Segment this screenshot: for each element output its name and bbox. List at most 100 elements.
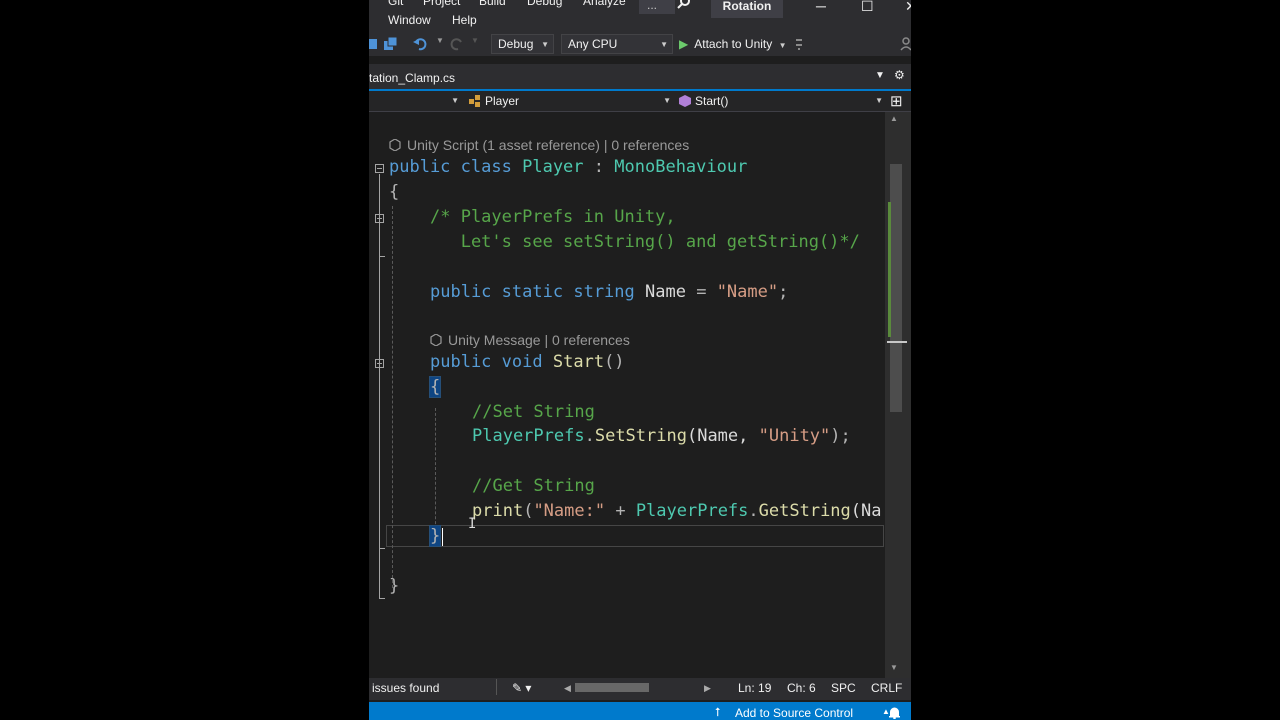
method-call: GetString [758, 501, 851, 521]
live-share-icon[interactable] [900, 36, 911, 52]
current-line-highlight [386, 525, 884, 547]
chevron-down-icon: ▼ [451, 96, 459, 105]
whitespace-mode[interactable]: SPC [831, 681, 856, 695]
code-line-method-close: } [428, 524, 442, 548]
platform-select[interactable]: Any CPU ▼ [561, 34, 673, 54]
colon: : [593, 157, 605, 177]
scroll-up-icon[interactable]: ▲ [890, 114, 898, 123]
class-reference: PlayerPrefs [635, 501, 749, 521]
arguments: (Name, [686, 426, 759, 446]
chevron-down-icon: ▼ [541, 40, 549, 49]
scroll-left-icon[interactable]: ◀ [564, 683, 571, 694]
menu-window[interactable]: Window [388, 13, 431, 27]
solution-title: Rotation [711, 0, 783, 18]
menu-help[interactable]: Help [452, 13, 477, 27]
class-combo[interactable]: Player ▼ [469, 92, 675, 110]
dot: . [584, 426, 595, 446]
visual-studio-window: Git Project Build Debug Analyze Window H… [369, 0, 911, 720]
attach-label: Attach to Unity [694, 37, 773, 51]
fold-line-end [379, 256, 385, 257]
class-combo-value: Player [485, 94, 520, 108]
tab-list-dropdown-icon[interactable]: ▼ [875, 70, 885, 81]
method-call: print [472, 501, 524, 521]
keyword-static: static [501, 282, 564, 302]
code-line-class-declaration: public class Player : MonoBehaviour [389, 155, 747, 179]
scrollbar-thumb[interactable] [890, 164, 902, 412]
brush-icon[interactable]: ✎ ▾ [512, 681, 531, 695]
toolbar: ▼ ▼ Debug ▼ Any CPU ▼ ▶ Attach to Unity ▼ [369, 32, 911, 56]
chevron-down-icon: ▼ [663, 96, 671, 105]
member-combo-value: Start() [695, 94, 729, 108]
close-icon[interactable]: ✕ [905, 0, 911, 15]
code-line-comment: //Set String [472, 402, 595, 422]
base-class-name: MonoBehaviour [614, 157, 748, 177]
string-literal: "Unity" [758, 426, 831, 446]
gear-icon[interactable]: ⚙ [894, 68, 905, 82]
minimize-icon[interactable]: ─ [816, 0, 826, 14]
horizontal-scrollbar-thumb[interactable] [575, 683, 649, 692]
parens: () [604, 352, 625, 372]
plus-operator: + [605, 501, 636, 521]
collapse-class-icon[interactable] [375, 164, 384, 173]
code-line-comment: //Get String [472, 476, 595, 496]
ibeam-cursor-icon: I [468, 516, 477, 532]
keyword-void: void [501, 352, 543, 372]
vertical-scrollbar[interactable]: ▲ ▼ [885, 112, 911, 678]
keyword-public: public [389, 157, 451, 177]
redo-dropdown-icon[interactable]: ▼ [471, 36, 479, 45]
member-combo[interactable]: Start() ▼ [679, 92, 887, 110]
line-number[interactable]: Ln: 19 [738, 681, 771, 695]
method-call: SetString [594, 426, 687, 446]
column-number[interactable]: Ch: 6 [787, 681, 816, 695]
project-combo[interactable]: ▼ [369, 92, 463, 110]
issues-status[interactable]: issues found [372, 681, 439, 695]
menu-debug[interactable]: Debug [527, 0, 562, 8]
notification-bell-icon[interactable] [888, 706, 901, 719]
keyword-class: class [460, 157, 512, 177]
divider [496, 679, 497, 695]
menu-project[interactable]: Project [423, 0, 460, 8]
undo-icon[interactable] [413, 36, 429, 52]
debug-step-icons[interactable] [796, 36, 812, 52]
menu-analyze[interactable]: Analyze [583, 0, 626, 8]
maximize-icon[interactable]: ☐ [861, 0, 874, 15]
save-all-icon[interactable] [383, 36, 399, 52]
code-line-open-brace: { [389, 182, 400, 202]
editor-info-bar: issues found ✎ ▾ ◀ ▶ Ln: 19 Ch: 6 SPC CR… [369, 678, 911, 700]
search-icon[interactable] [677, 0, 691, 10]
menu-git[interactable]: Git [388, 0, 403, 8]
collapse-method-icon[interactable] [375, 359, 384, 368]
scroll-right-icon[interactable]: ▶ [704, 683, 711, 694]
navigation-bar: ▼ Player ▼ Start() ▼ ⊞ [369, 91, 911, 112]
redo-icon[interactable] [448, 36, 464, 52]
chevron-down-icon: ▼ [778, 41, 787, 50]
collapse-comment-icon[interactable] [375, 214, 384, 223]
codelens-class[interactable]: Unity Script (1 asset reference) | 0 ref… [389, 137, 689, 153]
menu-build[interactable]: Build [479, 0, 506, 8]
semicolon: ; [778, 282, 789, 302]
scroll-down-icon[interactable]: ▼ [890, 663, 898, 672]
configuration-select[interactable]: Debug ▼ [491, 34, 554, 54]
add-to-source-control[interactable]: Add to Source Control [735, 706, 853, 720]
string-literal: "Name" [716, 282, 779, 302]
configuration-value: Debug [498, 37, 534, 51]
codelens-method[interactable]: Unity Message | 0 references [430, 332, 630, 348]
indent-guide [392, 206, 393, 588]
code-line-print: print("Name:" + PlayerPrefs.GetString(Na [472, 499, 882, 523]
code-editor[interactable]: Unity Script (1 asset reference) | 0 ref… [369, 112, 885, 670]
codelens-method-text: Unity Message | 0 references [448, 332, 630, 348]
code-line-method-declaration: public void Start() [430, 350, 625, 374]
caret-position-marker [887, 341, 907, 343]
code-line-setstring: PlayerPrefs.SetString(Name, "Unity"); [472, 424, 851, 448]
menu-bar: Git Project Build Debug Analyze Window H… [369, 0, 911, 32]
keyword-public: public [430, 352, 492, 372]
chevron-down-icon: ▼ [660, 40, 668, 49]
attach-to-unity-button[interactable]: ▶ Attach to Unity ▼ [679, 34, 787, 54]
search-button[interactable]: ... [639, 0, 675, 14]
keyword-public: public [430, 282, 492, 302]
split-window-icon[interactable]: ⊞ [890, 92, 903, 110]
undo-dropdown-icon[interactable]: ▼ [436, 36, 444, 45]
field-name: Name [645, 282, 686, 302]
line-ending[interactable]: CRLF [871, 681, 902, 695]
tab-document[interactable]: tation_Clamp.cs [369, 71, 455, 85]
